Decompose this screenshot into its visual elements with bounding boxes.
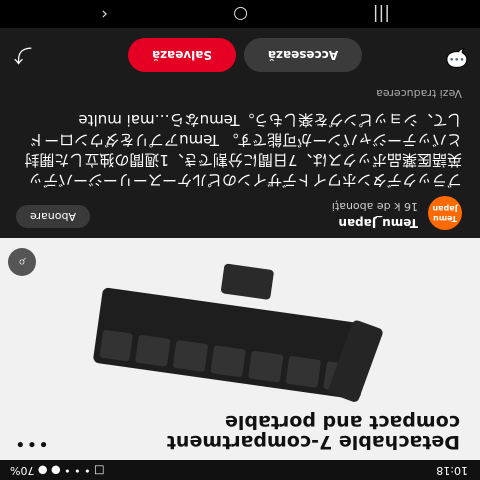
action-bar: 💬 Accesează Salvează ⤴ bbox=[0, 36, 480, 78]
creator-avatar[interactable]: Temu Japan bbox=[428, 196, 462, 230]
system-navbar: ||| ○ ‹ bbox=[0, 0, 480, 28]
follow-button[interactable]: Abonare bbox=[16, 205, 90, 228]
battery-level: 70% bbox=[10, 464, 35, 477]
visual-search-icon[interactable]: ⌕ bbox=[8, 248, 36, 276]
home-icon[interactable]: ○ bbox=[233, 4, 248, 24]
status-time: 10:18 bbox=[436, 464, 468, 477]
app-screen: 10:18 □ • • • ● ● 70% Detachable 7-compa… bbox=[0, 0, 480, 480]
back-icon[interactable]: ‹ bbox=[101, 4, 108, 24]
pill-organizer-illustration bbox=[93, 263, 383, 402]
status-bar: 10:18 □ • • • ● ● 70% bbox=[0, 460, 480, 480]
status-icons: □ • • • ● ● 70% bbox=[10, 464, 105, 477]
pin-description: ブラックデタンホワイトデザインのピルケースーリージーバデッ英語医薬品ボックスは、… bbox=[24, 111, 462, 189]
creator-info[interactable]: Temu_Japan 16 k de abonați bbox=[332, 200, 418, 230]
save-button[interactable]: Salvează bbox=[128, 38, 236, 72]
pin-details: Temu Japan Temu_Japan 16 k de abonați Ab… bbox=[0, 28, 480, 238]
comment-icon[interactable]: 💬 bbox=[446, 47, 468, 68]
translate-link[interactable]: Vezi traducerea bbox=[376, 87, 462, 100]
pin-image[interactable]: Detachable 7-compartment compact and por… bbox=[0, 238, 480, 460]
creator-followers: 16 k de abonați bbox=[331, 200, 418, 213]
creator-name[interactable]: Temu_Japan bbox=[332, 216, 418, 230]
access-button[interactable]: Accesează bbox=[244, 38, 362, 72]
share-icon[interactable]: ⤴ bbox=[14, 43, 32, 69]
signal-icon: □ • • • ● ● bbox=[37, 464, 105, 477]
recent-apps-icon[interactable]: ||| bbox=[373, 4, 390, 24]
